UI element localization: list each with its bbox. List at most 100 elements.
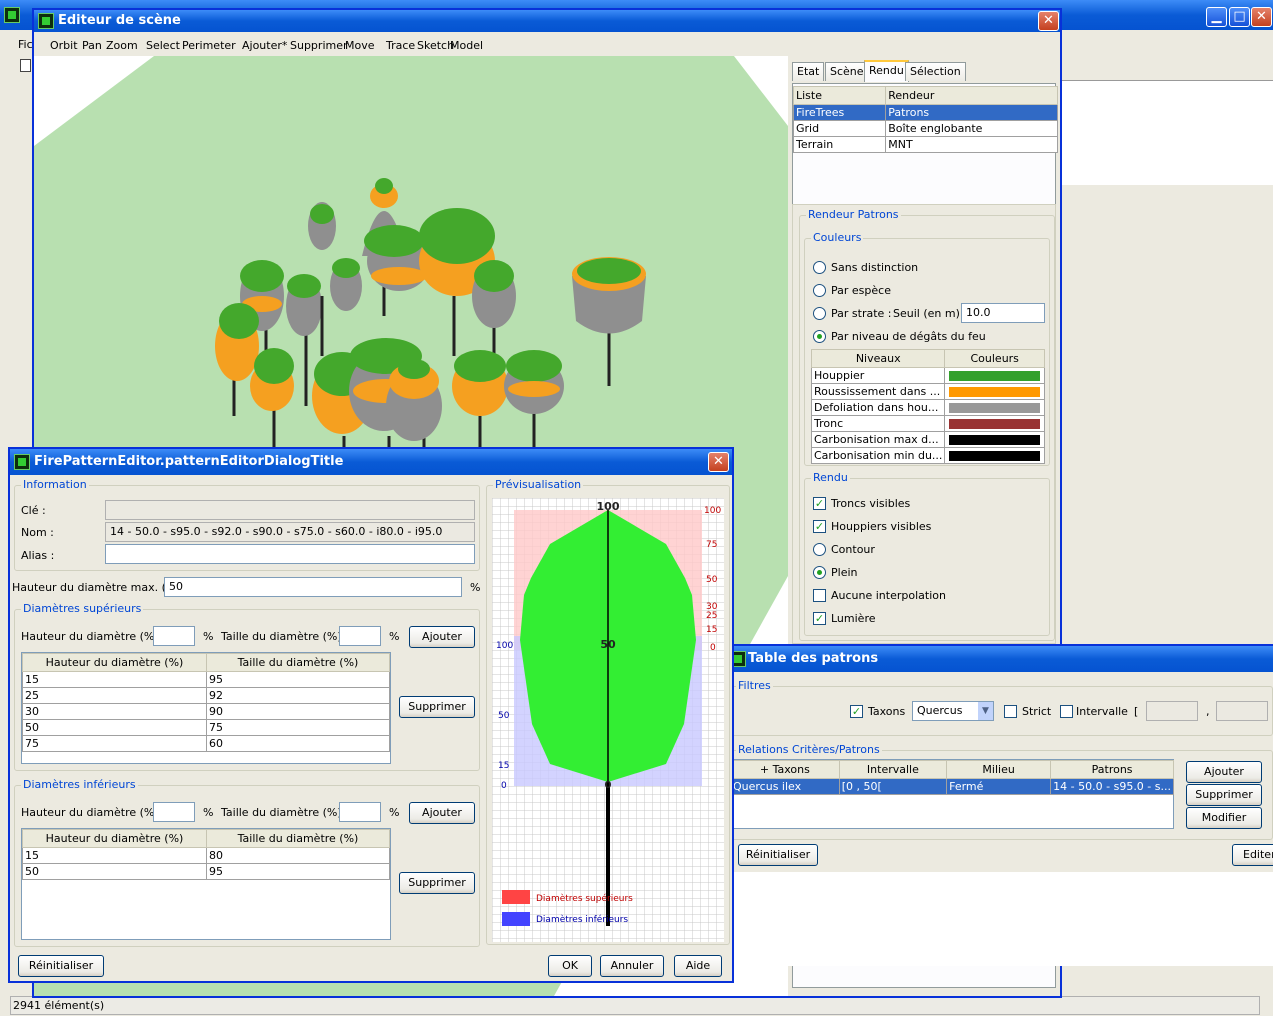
scene-close-button[interactable]: ✕ — [1038, 11, 1059, 31]
col-renderer[interactable]: Rendeur — [885, 86, 1058, 105]
minimize-button[interactable]: ▁ — [1206, 7, 1227, 27]
col-lower-height[interactable]: Hauteur du diamètre (%) — [22, 829, 207, 848]
tab-selection[interactable]: Sélection — [905, 62, 966, 81]
level-color[interactable] — [944, 383, 1045, 400]
table-row[interactable]: Roussissement dans ... — [810, 383, 1045, 400]
level-color[interactable] — [944, 447, 1045, 464]
new-file-icon[interactable] — [20, 59, 31, 72]
table-row[interactable]: Quercus ilex [0 , 50[ Fermé 14 - 50.0 - … — [730, 778, 1174, 795]
table-row[interactable]: FireTrees Patrons — [792, 104, 1058, 121]
lower-add-button[interactable]: Ajouter — [409, 802, 475, 824]
relations-modify-button[interactable]: Modifier — [1186, 807, 1262, 829]
radio-by-fire-damage[interactable] — [813, 330, 826, 343]
col-patterns[interactable]: Patrons — [1050, 760, 1174, 779]
dialog-cancel-button[interactable]: Annuler — [600, 955, 664, 977]
col-upper-height[interactable]: Hauteur du diamètre (%) — [22, 653, 207, 672]
radio-full[interactable] — [813, 566, 826, 579]
level-color[interactable] — [944, 399, 1045, 416]
radio-by-species[interactable] — [813, 284, 826, 297]
color-swatch[interactable] — [949, 450, 1040, 461]
tool-perimeter[interactable]: Perimeter — [182, 39, 236, 52]
radio-by-strata[interactable] — [813, 307, 826, 320]
table-row[interactable]: 25 92 — [22, 687, 390, 704]
radio-no-distinction[interactable] — [813, 261, 826, 274]
table-row[interactable]: 50 75 — [22, 719, 390, 736]
table-row[interactable]: Tronc — [810, 415, 1045, 432]
upper-delete-button[interactable]: Supprimer — [399, 696, 475, 718]
max-height-input[interactable]: 50 — [164, 577, 462, 597]
table-row[interactable]: Terrain MNT — [792, 136, 1058, 153]
upper-size-input[interactable] — [339, 626, 381, 646]
tab-etat[interactable]: Etat — [792, 62, 825, 81]
relations-add-button[interactable]: Ajouter — [1186, 761, 1262, 783]
col-levels[interactable]: Niveaux — [810, 349, 946, 368]
col-lower-size[interactable]: Taille du diamètre (%) — [206, 829, 390, 848]
dialog-reset-button[interactable]: Réinitialiser — [18, 955, 104, 977]
table-row[interactable]: 15 80 — [22, 847, 390, 864]
tool-zoom[interactable]: Zoom — [106, 39, 138, 52]
chevron-down-icon[interactable]: ▼ — [978, 702, 993, 720]
col-list[interactable]: Liste — [792, 86, 887, 105]
color-swatch[interactable] — [949, 418, 1040, 429]
tab-rendu[interactable]: Rendu — [864, 60, 909, 82]
tab-scene[interactable]: Scène — [825, 62, 869, 81]
tool-delete[interactable]: Supprimer — [290, 39, 348, 52]
table-row[interactable]: 75 60 — [22, 735, 390, 752]
upper-add-button[interactable]: Ajouter — [409, 626, 475, 648]
dialog-close-button[interactable]: ✕ — [708, 452, 729, 472]
name-input[interactable]: 14 - 50.0 - s95.0 - s92.0 - s90.0 - s75.… — [105, 522, 475, 542]
maximize-button[interactable]: □ — [1229, 7, 1250, 27]
patterns-edit-button[interactable]: Editer — [1232, 844, 1273, 866]
tool-pan[interactable]: Pan — [82, 39, 102, 52]
dialog-help-button[interactable]: Aide — [674, 955, 722, 977]
cb-light[interactable]: ✓ — [813, 612, 826, 625]
tool-orbit[interactable]: Orbit — [50, 39, 78, 52]
tool-add[interactable]: Ajouter* — [242, 39, 287, 52]
cb-taxa[interactable]: ✓ — [850, 705, 863, 718]
color-swatch[interactable] — [949, 402, 1040, 413]
cb-no-interpolation[interactable] — [813, 589, 826, 602]
color-swatch[interactable] — [949, 370, 1040, 381]
key-input[interactable] — [105, 500, 475, 520]
tool-sketch[interactable]: Sketch — [417, 39, 454, 52]
color-swatch[interactable] — [949, 434, 1040, 445]
tool-select[interactable]: Select — [146, 39, 180, 52]
col-colors[interactable]: Couleurs — [944, 349, 1045, 368]
interval-max-input[interactable] — [1216, 701, 1268, 721]
relations-delete-button[interactable]: Supprimer — [1186, 784, 1262, 806]
level-color[interactable] — [944, 415, 1045, 432]
cb-interval[interactable] — [1060, 705, 1073, 718]
patterns-reset-button[interactable]: Réinitialiser — [738, 844, 818, 866]
radio-contour[interactable] — [813, 543, 826, 556]
tool-model[interactable]: Model — [450, 39, 483, 52]
table-row[interactable]: Carbonisation max d... — [810, 431, 1045, 448]
upper-height-input[interactable] — [153, 626, 195, 646]
table-row[interactable]: Defoliation dans hou... — [810, 399, 1045, 416]
col-milieu[interactable]: Milieu — [946, 760, 1052, 779]
threshold-input[interactable]: 10.0 — [961, 303, 1045, 323]
table-row[interactable]: Grid Boîte englobante — [792, 120, 1058, 137]
tool-trace[interactable]: Trace — [386, 39, 415, 52]
interval-min-input[interactable] — [1146, 701, 1198, 721]
dialog-ok-button[interactable]: OK — [548, 955, 592, 977]
cb-crowns-visible[interactable]: ✓ — [813, 520, 826, 533]
menu-file[interactable]: Fic — [18, 38, 33, 51]
col-upper-size[interactable]: Taille du diamètre (%) — [206, 653, 390, 672]
table-row[interactable]: Carbonisation min du... — [810, 447, 1045, 464]
alias-input[interactable] — [105, 544, 475, 564]
table-row[interactable]: Houppier — [810, 367, 1045, 384]
level-color[interactable] — [944, 431, 1045, 448]
table-row[interactable]: 50 95 — [22, 863, 390, 880]
col-interval[interactable]: Intervalle — [838, 760, 948, 779]
col-taxa[interactable]: + Taxons — [730, 760, 840, 779]
lower-height-input[interactable] — [153, 802, 195, 822]
level-color[interactable] — [944, 367, 1045, 384]
cb-trunks-visible[interactable]: ✓ — [813, 497, 826, 510]
table-row[interactable]: 15 95 — [22, 671, 390, 688]
close-button[interactable]: ✕ — [1251, 7, 1272, 27]
lower-delete-button[interactable]: Supprimer — [399, 872, 475, 894]
color-swatch[interactable] — [949, 386, 1040, 397]
cb-strict[interactable] — [1004, 705, 1017, 718]
table-row[interactable]: 30 90 — [22, 703, 390, 720]
lower-size-input[interactable] — [339, 802, 381, 822]
